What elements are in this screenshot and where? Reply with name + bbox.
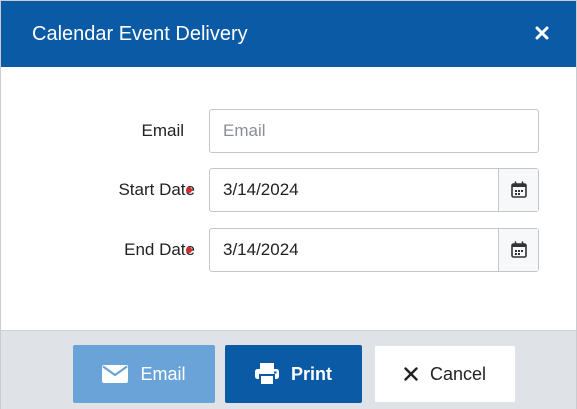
start-date-label: Start Date xyxy=(118,180,195,199)
print-button[interactable]: Print xyxy=(225,345,362,403)
email-label: Email xyxy=(141,121,184,140)
email-field-wrapper xyxy=(209,109,539,153)
cancel-button[interactable]: Cancel xyxy=(374,345,516,403)
envelope-icon xyxy=(102,365,129,383)
end-date-row: End Date xyxy=(1,228,576,272)
printer-icon xyxy=(254,363,279,385)
start-date-field-wrapper xyxy=(209,168,539,212)
start-date-input[interactable] xyxy=(210,169,498,211)
email-field[interactable] xyxy=(210,110,538,152)
end-date-field-wrapper xyxy=(209,228,539,272)
email-button[interactable]: Email xyxy=(73,345,215,403)
start-date-row: Start Date xyxy=(1,168,576,212)
close-icon[interactable] xyxy=(530,21,554,45)
required-indicator xyxy=(186,187,192,193)
dialog-header: Calendar Event Delivery xyxy=(1,1,576,67)
calendar-icon[interactable] xyxy=(498,229,538,271)
calendar-event-dialog: Calendar Event Delivery Email Start Date xyxy=(0,0,577,409)
print-button-label: Print xyxy=(290,363,332,384)
end-date-label: End Date xyxy=(124,240,195,259)
calendar-icon[interactable] xyxy=(498,169,538,211)
dialog-footer: Email Print Cancel xyxy=(1,330,576,409)
email-button-label: Email xyxy=(140,363,186,384)
required-indicator xyxy=(186,247,192,253)
email-row: Email xyxy=(1,109,576,153)
end-date-input[interactable] xyxy=(210,229,498,271)
cancel-button-label: Cancel xyxy=(429,363,487,384)
x-icon xyxy=(404,367,418,381)
dialog-title: Calendar Event Delivery xyxy=(32,23,248,45)
